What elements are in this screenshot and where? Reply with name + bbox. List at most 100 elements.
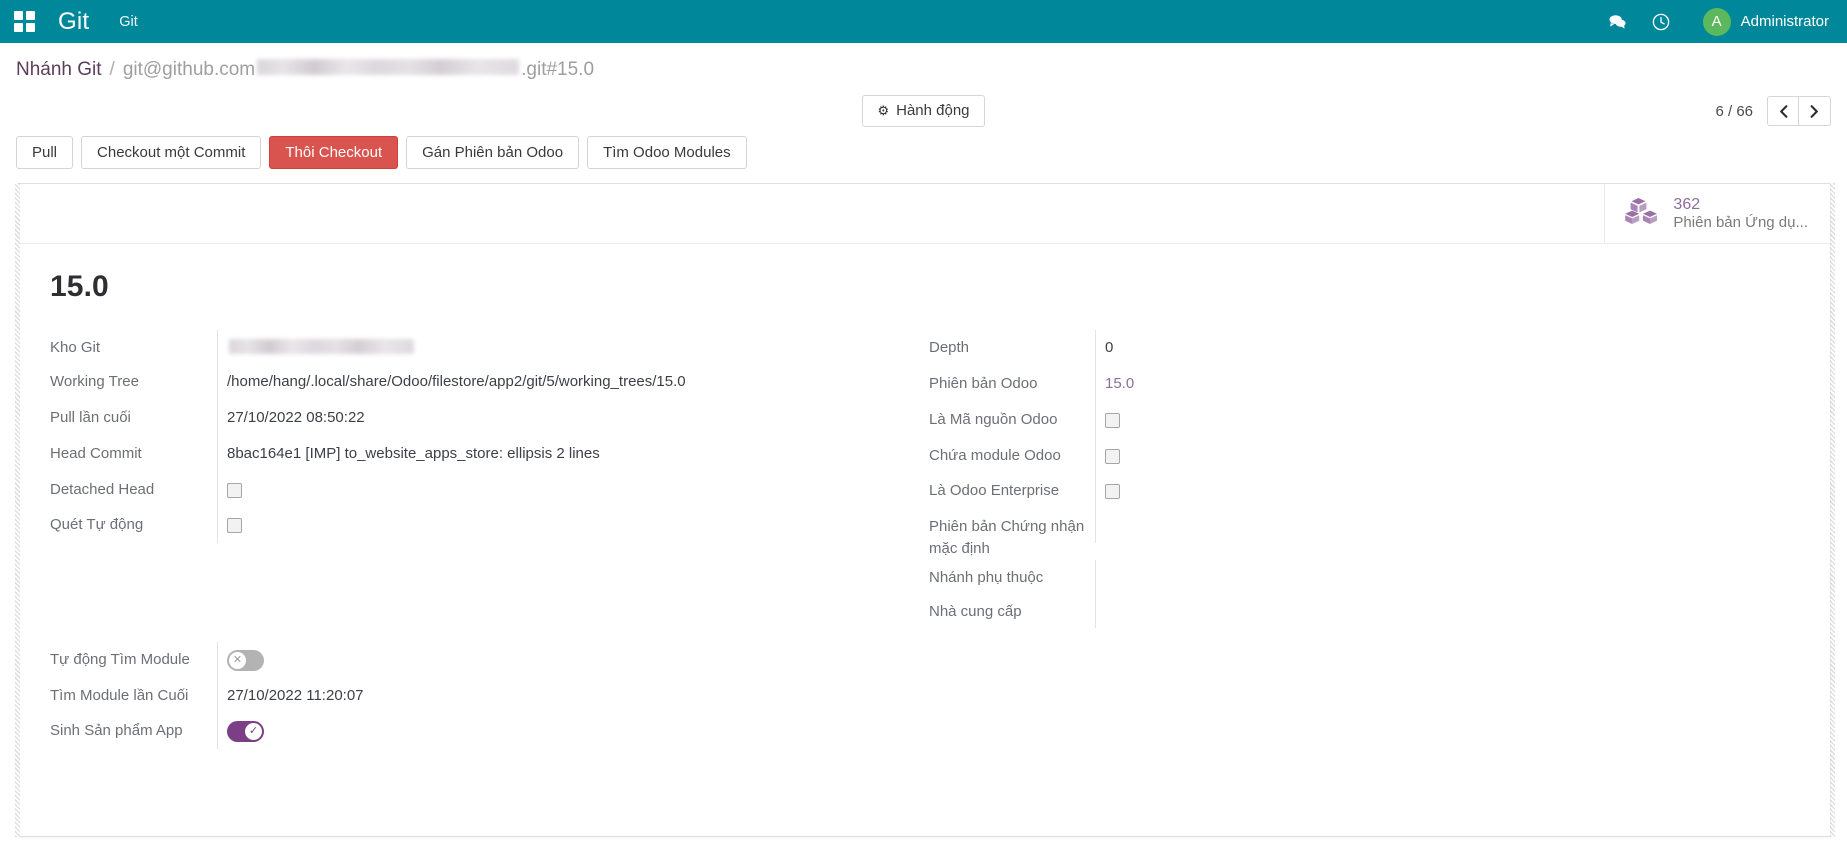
field-row: Chứa module Odoo — [925, 438, 1810, 474]
field-label: Working Tree — [50, 364, 217, 393]
breadcrumb: Nhánh Git / git@github.com .git#15.0 — [0, 51, 1847, 88]
breadcrumb-url-suffix: .git#15.0 — [521, 59, 594, 81]
field-value — [217, 507, 905, 543]
field-label: Phiên bản Odoo — [925, 366, 1095, 395]
user-menu[interactable]: A Administrator — [1703, 8, 1829, 36]
field-label: Tìm Module lần Cuối — [50, 678, 217, 707]
field-label: Tự động Tìm Module — [50, 642, 217, 671]
pager-previous-button[interactable] — [1767, 96, 1799, 126]
toggle-switch[interactable]: ✕ — [227, 650, 264, 671]
field-row: Tự động Tìm Module ✕ — [50, 642, 1830, 678]
field-value: 0 — [1095, 330, 1810, 366]
top-navbar: Git Git A Administrator — [0, 0, 1847, 43]
pager: 6 / 66 — [1715, 96, 1831, 126]
apps-grid-icon[interactable] — [14, 11, 36, 33]
checkbox-input[interactable] — [1105, 484, 1120, 499]
record-sheet: 362 Phiên bản Ứng dụ... 15.0 Kho Git Work… — [16, 183, 1831, 837]
field-value: 27/10/2022 11:20:07 — [217, 678, 1830, 714]
pager-next-button[interactable] — [1799, 96, 1831, 126]
field-value — [1095, 438, 1810, 474]
field-row: Phiên bản Odoo15.0 — [925, 366, 1810, 402]
field-value — [1095, 473, 1810, 509]
status-button-4[interactable]: Tìm Odoo Modules — [587, 136, 747, 169]
field-row: Là Mã nguồn Odoo — [925, 402, 1810, 438]
stat-value: 362 — [1673, 195, 1808, 215]
status-button-1[interactable]: Checkout một Commit — [81, 136, 261, 169]
avatar: A — [1703, 8, 1731, 36]
field-label: Kho Git — [50, 330, 217, 359]
stat-button-app-versions[interactable]: 362 Phiên bản Ứng dụ... — [1604, 184, 1826, 243]
close-icon: ✕ — [229, 652, 246, 669]
action-button-label: Hành động — [896, 103, 969, 120]
field-row: Kho Git — [50, 330, 905, 364]
stat-label: Phiên bản Ứng dụ... — [1673, 214, 1808, 232]
field-value — [1095, 594, 1810, 628]
field-row: Nhà cung cấp — [925, 594, 1810, 628]
field-row: Detached Head — [50, 472, 905, 508]
form-grid: Kho Git Working Tree/home/hang/.local/sha… — [20, 304, 1830, 627]
toggle-switch[interactable]: ✓ — [227, 721, 264, 742]
status-button-row: PullCheckout một CommitThôi CheckoutGán … — [0, 136, 1847, 169]
cubes-icon — [1625, 197, 1659, 230]
checkbox-input[interactable] — [1105, 449, 1120, 464]
status-button-2[interactable]: Thôi Checkout — [269, 136, 398, 169]
checkbox-input[interactable] — [227, 483, 242, 498]
nav-menu-git[interactable]: Git — [119, 14, 138, 30]
stat-button-text: 362 Phiên bản Ứng dụ... — [1673, 195, 1808, 233]
field-label: Pull lần cuối — [50, 400, 217, 429]
chat-bubble-icon[interactable] — [1607, 12, 1627, 32]
field-value[interactable]: 15.0 — [1095, 366, 1810, 402]
field-label: Depth — [925, 330, 1095, 359]
checkbox-input[interactable] — [1105, 413, 1120, 428]
field-value: /home/hang/.local/share/Odoo/filestore/a… — [217, 364, 905, 400]
form-bottom-block: Tự động Tìm Module ✕ Tìm Module lần Cuối27… — [20, 628, 1830, 750]
field-label: Là Odoo Enterprise — [925, 473, 1095, 502]
gear-icon: ⚙ — [877, 104, 889, 118]
field-label: Là Mã nguồn Odoo — [925, 402, 1095, 431]
field-value-redacted — [217, 330, 905, 364]
field-label: Head Commit — [50, 436, 217, 465]
field-row: Pull lần cuối27/10/2022 08:50:22 — [50, 400, 905, 436]
control-panel: ⚙ Hành động 6 / 66 — [0, 88, 1847, 134]
field-label: Chứa module Odoo — [925, 438, 1095, 467]
field-value — [1095, 560, 1810, 594]
field-label: Nhà cung cấp — [925, 594, 1095, 623]
action-button[interactable]: ⚙ Hành động — [862, 95, 984, 128]
status-button-0[interactable]: Pull — [16, 136, 73, 169]
check-icon: ✓ — [245, 723, 262, 740]
chevron-right-icon — [1810, 105, 1819, 118]
breadcrumb-url-prefix: git@github.com — [123, 59, 255, 81]
field-row: Sinh Sản phẩm App✓ — [50, 713, 1830, 749]
field-row: Là Odoo Enterprise — [925, 473, 1810, 509]
field-label: Detached Head — [50, 472, 217, 501]
checkbox-input[interactable] — [227, 518, 242, 533]
username-label: Administrator — [1741, 13, 1829, 30]
page-title: 15.0 — [20, 244, 1830, 304]
stat-button-strip: 362 Phiên bản Ứng dụ... — [20, 184, 1830, 244]
clock-icon[interactable] — [1651, 12, 1671, 32]
form-column-right: Depth0Phiên bản Odoo15.0Là Mã nguồn Odoo… — [925, 330, 1830, 627]
status-button-3[interactable]: Gán Phiên bản Odoo — [406, 136, 579, 169]
field-value: 8bac164e1 [IMP] to_website_apps_store: e… — [217, 436, 905, 472]
field-value — [1095, 509, 1810, 543]
breadcrumb-separator: / — [110, 59, 115, 81]
field-row: Head Commit8bac164e1 [IMP] to_website_ap… — [50, 436, 905, 472]
field-row: Tìm Module lần Cuối27/10/2022 11:20:07 — [50, 678, 1830, 714]
field-value: ✕ — [217, 642, 1830, 678]
field-label: Quét Tự động — [50, 507, 217, 536]
field-row: Quét Tự động — [50, 507, 905, 543]
redacted-repo-name — [257, 59, 519, 75]
field-value: ✓ — [217, 713, 1830, 749]
pager-count: 6 / 66 — [1715, 103, 1753, 120]
breadcrumb-root[interactable]: Nhánh Git — [16, 59, 102, 81]
field-label: Phiên bản Chứng nhận mặc định — [925, 509, 1095, 560]
app-brand[interactable]: Git — [58, 10, 89, 34]
sheet-container: 362 Phiên bản Ứng dụ... 15.0 Kho Git Work… — [0, 183, 1847, 837]
field-row: Depth0 — [925, 330, 1810, 366]
field-row: Working Tree/home/hang/.local/share/Odoo… — [50, 364, 905, 400]
field-value — [1095, 402, 1810, 438]
field-value — [217, 472, 905, 508]
field-value: 27/10/2022 08:50:22 — [217, 400, 905, 436]
field-label: Nhánh phụ thuộc — [925, 560, 1095, 589]
breadcrumb-current: git@github.com .git#15.0 — [123, 59, 594, 81]
